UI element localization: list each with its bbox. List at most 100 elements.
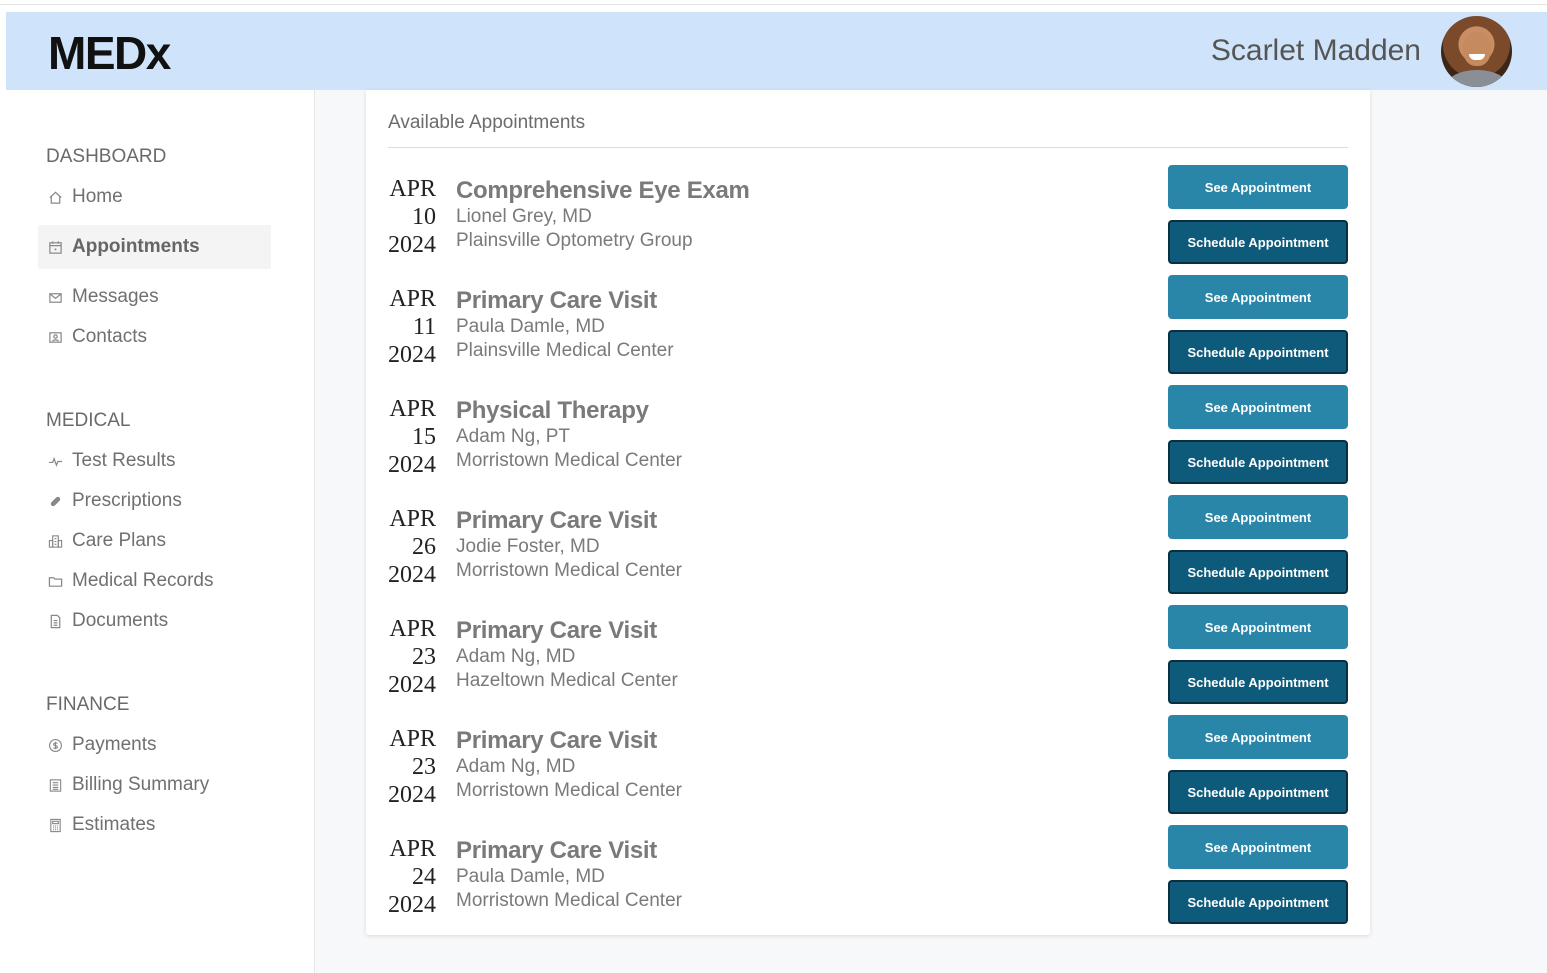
- appointment-provider: Lionel Grey, MD: [456, 206, 592, 227]
- see-appointment-button[interactable]: See Appointment: [1168, 495, 1348, 539]
- appointment-row: APR 10 2024 Comprehensive Eye Exam Lione…: [388, 165, 1348, 275]
- avatar-face: [1463, 32, 1491, 66]
- pill-icon: [46, 492, 64, 510]
- see-appointment-button[interactable]: See Appointment: [1168, 275, 1348, 319]
- appointment-title: Primary Care Visit: [456, 617, 657, 644]
- appointment-date: APR 23 2024: [388, 615, 436, 699]
- appointment-month: APR: [389, 176, 436, 202]
- see-appointment-button[interactable]: See Appointment: [1168, 165, 1348, 209]
- see-appointment-button[interactable]: See Appointment: [1168, 715, 1348, 759]
- appointment-year: 2024: [388, 782, 436, 808]
- schedule-appointment-button[interactable]: Schedule Appointment: [1168, 770, 1348, 814]
- sidebar: DASHBOARD Home Appointments Messages Con…: [0, 90, 315, 973]
- appointment-info: Primary Care Visit Jodie Foster, MD Morr…: [456, 507, 682, 583]
- appointment-year: 2024: [388, 892, 436, 918]
- sidebar-item-label: Estimates: [72, 814, 156, 835]
- sidebar-item-label: Documents: [72, 610, 169, 631]
- appointment-date: APR 23 2024: [388, 725, 436, 809]
- appointment-provider: Adam Ng, MD: [456, 756, 576, 777]
- pulse-icon: [46, 452, 64, 470]
- section-title-dashboard: DASHBOARD: [46, 146, 167, 167]
- appointment-location: Plainsville Medical Center: [456, 340, 674, 361]
- appointment-date: APR 10 2024: [388, 175, 436, 259]
- calculator-icon: [46, 816, 64, 834]
- sidebar-item-appointments[interactable]: Appointments: [38, 225, 271, 269]
- user-avatar[interactable]: [1441, 16, 1512, 87]
- appointment-day: 11: [412, 314, 436, 340]
- see-appointment-button[interactable]: See Appointment: [1168, 605, 1348, 649]
- app-header: MEDx Scarlet Madden: [6, 12, 1547, 90]
- sidebar-item-label: Medical Records: [72, 570, 214, 591]
- section-title-medical: MEDICAL: [46, 410, 131, 431]
- appointment-location: Morristown Medical Center: [456, 450, 682, 471]
- see-appointment-button[interactable]: See Appointment: [1168, 825, 1348, 869]
- sidebar-item-test-results[interactable]: Test Results: [38, 441, 271, 481]
- appointment-row: APR 15 2024 Physical Therapy Adam Ng, PT…: [388, 385, 1348, 495]
- sidebar-item-documents[interactable]: Documents: [38, 601, 271, 641]
- sidebar-item-care-plans[interactable]: Care Plans: [38, 521, 271, 561]
- top-border: [0, 4, 1547, 5]
- appointment-title: Primary Care Visit: [456, 507, 657, 534]
- app-logo[interactable]: MEDx: [48, 26, 171, 80]
- calendar-icon: [46, 238, 64, 256]
- schedule-appointment-button[interactable]: Schedule Appointment: [1168, 440, 1348, 484]
- appointment-day: 24: [412, 864, 436, 890]
- appointment-info: Primary Care Visit Paula Damle, MD Morri…: [456, 837, 682, 913]
- sidebar-item-label: Appointments: [72, 236, 200, 257]
- appointment-provider: Adam Ng, PT: [456, 426, 571, 447]
- sidebar-item-label: Prescriptions: [72, 490, 182, 511]
- schedule-appointment-button[interactable]: Schedule Appointment: [1168, 330, 1348, 374]
- schedule-appointment-button[interactable]: Schedule Appointment: [1168, 880, 1348, 924]
- card-divider: [388, 147, 1348, 148]
- avatar-shoulder: [1447, 70, 1507, 87]
- appointment-year: 2024: [388, 562, 436, 588]
- sidebar-item-payments[interactable]: Payments: [38, 725, 271, 765]
- appointment-provider: Paula Damle, MD: [456, 316, 605, 337]
- appointment-year: 2024: [388, 232, 436, 258]
- document-icon: [46, 612, 64, 630]
- appointment-row: APR 26 2024 Primary Care Visit Jodie Fos…: [388, 495, 1348, 605]
- appointment-day: 10: [412, 204, 436, 230]
- appointment-date: APR 24 2024: [388, 835, 436, 919]
- sidebar-item-medical-records[interactable]: Medical Records: [38, 561, 271, 601]
- appointment-row: APR 23 2024 Primary Care Visit Adam Ng, …: [388, 715, 1348, 825]
- schedule-appointment-button[interactable]: Schedule Appointment: [1168, 550, 1348, 594]
- appointment-date: APR 11 2024: [388, 285, 436, 369]
- appointment-row: APR 23 2024 Primary Care Visit Adam Ng, …: [388, 605, 1348, 715]
- sidebar-item-billing-summary[interactable]: Billing Summary: [38, 765, 271, 805]
- sidebar-item-label: Billing Summary: [72, 774, 210, 795]
- card-title: Available Appointments: [388, 112, 586, 133]
- appointment-month: APR: [389, 616, 436, 642]
- appointment-info: Primary Care Visit Adam Ng, MD Morristow…: [456, 727, 682, 803]
- appointment-provider: Paula Damle, MD: [456, 866, 605, 887]
- appointment-month: APR: [389, 506, 436, 532]
- folder-icon: [46, 572, 64, 590]
- appointment-title: Primary Care Visit: [456, 727, 657, 754]
- schedule-appointment-button[interactable]: Schedule Appointment: [1168, 220, 1348, 264]
- appointment-day: 26: [412, 534, 436, 560]
- appointment-date: APR 26 2024: [388, 505, 436, 589]
- sidebar-item-messages[interactable]: Messages: [38, 277, 271, 317]
- envelope-icon: [46, 288, 64, 306]
- appointment-title: Comprehensive Eye Exam: [456, 177, 750, 204]
- appointment-info: Primary Care Visit Adam Ng, MD Hazeltown…: [456, 617, 678, 693]
- sidebar-item-estimates[interactable]: Estimates: [38, 805, 271, 845]
- appointment-info: Physical Therapy Adam Ng, PT Morristown …: [456, 397, 682, 473]
- section-title-finance: FINANCE: [46, 694, 130, 715]
- user-name[interactable]: Scarlet Madden: [1211, 34, 1421, 68]
- appointment-year: 2024: [388, 342, 436, 368]
- appointment-day: 15: [412, 424, 436, 450]
- appointment-title: Primary Care Visit: [456, 287, 657, 314]
- sidebar-item-home[interactable]: Home: [38, 177, 271, 217]
- appointment-year: 2024: [388, 672, 436, 698]
- appointment-date: APR 15 2024: [388, 395, 436, 479]
- sidebar-item-contacts[interactable]: Contacts: [38, 317, 271, 357]
- schedule-appointment-button[interactable]: Schedule Appointment: [1168, 660, 1348, 704]
- appointment-year: 2024: [388, 452, 436, 478]
- see-appointment-button[interactable]: See Appointment: [1168, 385, 1348, 429]
- appointment-month: APR: [389, 396, 436, 422]
- sidebar-item-prescriptions[interactable]: Prescriptions: [38, 481, 271, 521]
- sidebar-item-label: Messages: [72, 286, 159, 307]
- appointment-location: Hazeltown Medical Center: [456, 670, 678, 691]
- appointment-month: APR: [389, 836, 436, 862]
